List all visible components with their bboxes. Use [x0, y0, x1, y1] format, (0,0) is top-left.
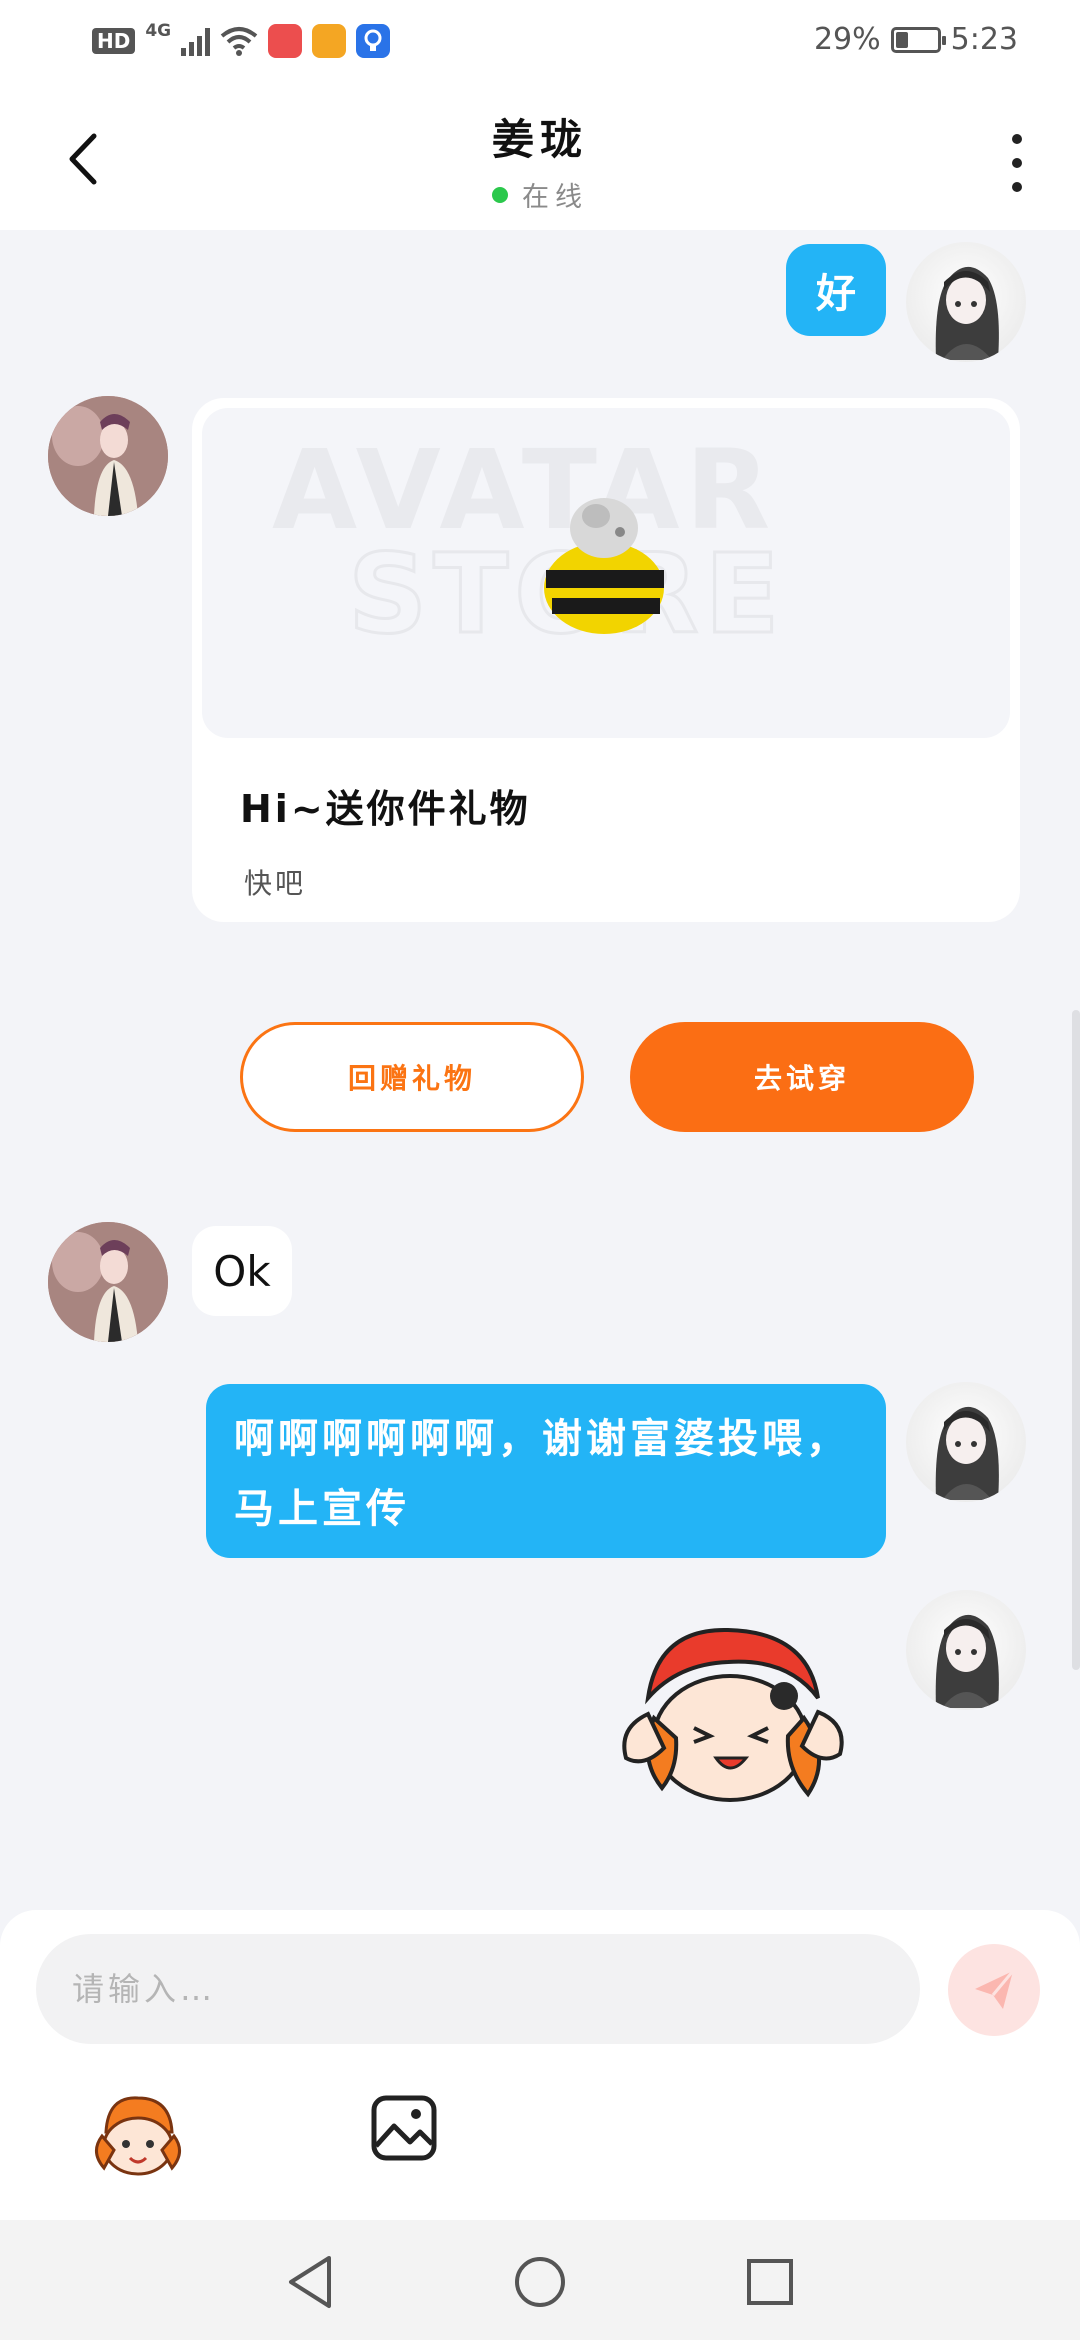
online-status-label: 在线	[522, 182, 588, 213]
try-on-button[interactable]: 去试穿	[630, 1022, 974, 1132]
anime-girl-avatar-image	[935, 1406, 999, 1500]
sticker-face-icon	[95, 2096, 181, 2176]
contact-name: 姜珑	[491, 115, 588, 164]
clock: 5:23	[950, 22, 1018, 57]
network-type: 4G	[145, 21, 172, 41]
composer	[0, 1910, 1080, 2220]
anime-girl-avatar-image	[935, 1614, 999, 1708]
wifi-icon	[220, 27, 258, 56]
gift-subtitle: 快吧	[244, 867, 307, 900]
more-dot	[1012, 134, 1022, 144]
signal-icon	[181, 26, 211, 56]
more-options-button[interactable]	[1002, 128, 1032, 198]
contact-avatar[interactable]	[48, 1222, 168, 1342]
circle-home-icon	[515, 2257, 565, 2307]
my-avatar[interactable]	[906, 1382, 1026, 1502]
notes-app-icon	[312, 24, 347, 58]
title-block: 姜珑 在线	[0, 106, 1080, 214]
nav-back-button[interactable]	[280, 2252, 340, 2312]
gift-title: Hi~送你件礼物	[240, 787, 531, 831]
contact-photo-image	[48, 396, 168, 516]
triangle-back-icon	[289, 2256, 331, 2308]
my-avatar[interactable]	[906, 242, 1026, 362]
message-bubble-sent[interactable]: 啊啊啊啊啊啊，谢谢富婆投喂，马上宣传	[206, 1384, 886, 1558]
paper-plane-icon	[975, 1970, 1015, 2009]
status-left: HD 4G	[92, 21, 391, 58]
contact-photo-image	[48, 1222, 168, 1342]
more-dot	[1012, 158, 1022, 168]
scrollbar[interactable]	[1072, 1010, 1080, 1670]
bee-costume-gift-image	[544, 498, 664, 634]
chat-thread[interactable]: 好 AVATAR STORE Hi~送你件礼物	[0, 230, 1080, 1910]
message-bubble-received[interactable]: Ok	[192, 1226, 292, 1316]
chat-header: 姜珑 在线	[0, 84, 1080, 230]
system-nav-bar	[0, 2220, 1080, 2340]
hd-indicator: HD	[92, 28, 136, 54]
tips-app-icon	[356, 24, 391, 58]
online-dot	[492, 186, 508, 203]
nav-home-button[interactable]	[510, 2252, 570, 2312]
more-dot	[1012, 182, 1022, 192]
battery-icon	[890, 26, 946, 53]
message-bubble-sent[interactable]: 好	[786, 244, 886, 336]
image-button[interactable]	[370, 2094, 438, 2162]
status-bar: HD 4G 29% 5:23	[0, 0, 1080, 84]
sticker-message[interactable]	[618, 1618, 848, 1818]
gift-card[interactable]: AVATAR STORE Hi~送你件礼物 快吧 回赠礼物 去试穿	[192, 398, 1020, 1132]
my-avatar[interactable]	[906, 1590, 1026, 1710]
square-recents-icon	[747, 2259, 793, 2305]
online-status: 在线	[0, 175, 1080, 214]
status-right: 29% 5:23	[814, 22, 1018, 57]
battery-percent: 29%	[813, 22, 881, 57]
gift-preview: AVATAR STORE	[202, 408, 1010, 738]
send-button[interactable]	[948, 1944, 1040, 2036]
huawei-store-icon	[268, 24, 303, 58]
sticker-button[interactable]	[88, 2092, 188, 2182]
nav-recents-button[interactable]	[740, 2252, 800, 2312]
anime-girl-avatar-image	[935, 266, 999, 360]
message-input[interactable]	[36, 1934, 920, 2044]
contact-avatar[interactable]	[48, 396, 168, 516]
image-icon	[371, 2095, 437, 2161]
return-gift-button[interactable]: 回赠礼物	[240, 1022, 584, 1132]
